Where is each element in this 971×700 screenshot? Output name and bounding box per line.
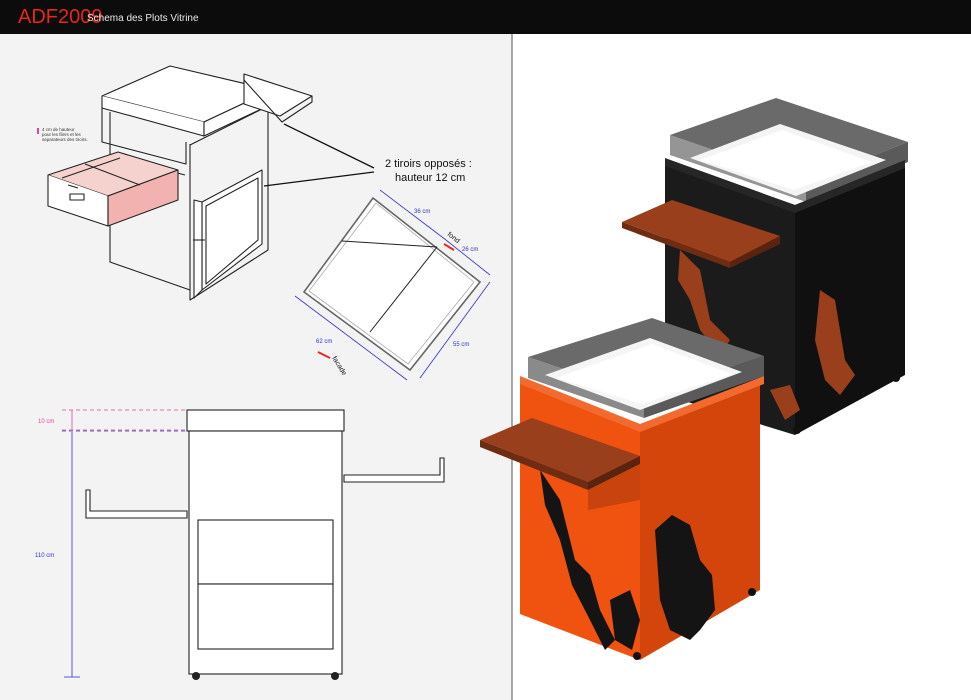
page-subtitle: Schema des Plots Vitrine bbox=[87, 13, 199, 24]
note-text-3: separateurs des tiroirs. bbox=[42, 137, 88, 142]
dim-36cm: 36 cm bbox=[414, 209, 430, 215]
plan-sheet: 4 cm de hauteur pour les filers et les s… bbox=[0, 34, 971, 700]
header-bar: ADF2009 Schema des Plots Vitrine bbox=[0, 0, 971, 34]
dim-110cm: 110 cm bbox=[35, 553, 54, 559]
drawers-label-1: 2 tiroirs opposés : bbox=[385, 158, 472, 170]
dim-55cm: 55 cm bbox=[453, 342, 469, 348]
dim-10cm: 10 cm bbox=[38, 419, 54, 425]
drawers-label-2: hauteur 12 cm bbox=[395, 172, 465, 184]
dim-62cm: 62 cm bbox=[316, 339, 332, 345]
dim-26cm: 26 cm bbox=[462, 247, 478, 253]
